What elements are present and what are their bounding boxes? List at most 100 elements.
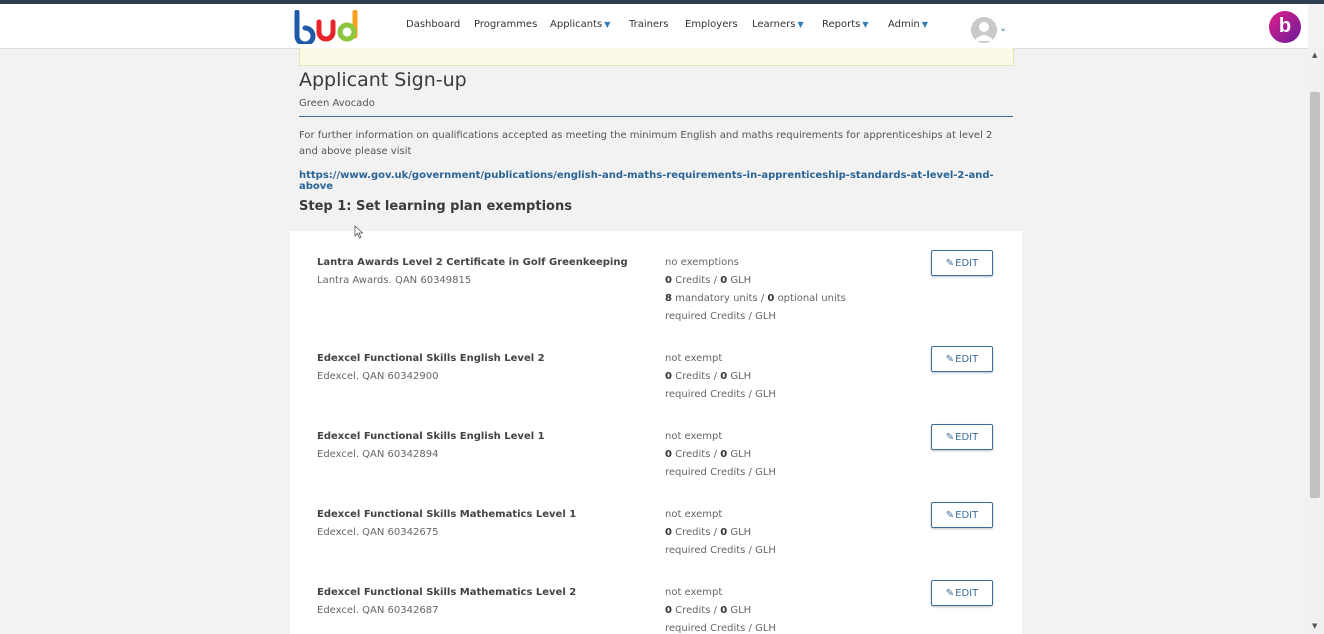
gov-uk-link[interactable]: https://www.gov.uk/government/publicatio… <box>299 170 1022 192</box>
step-title: Step 1: Set learning plan exemptions <box>299 199 572 214</box>
nav-employers[interactable]: Employers <box>685 19 738 30</box>
glh-value: 0 <box>720 605 728 616</box>
glh-label: GLH <box>730 275 752 286</box>
nav-learners-label: Learners <box>752 19 796 30</box>
edit-button[interactable]: ✎EDIT <box>931 346 993 372</box>
pencil-icon: ✎ <box>945 432 955 443</box>
user-avatar[interactable] <box>971 17 997 43</box>
credits-value: 0 <box>665 449 672 460</box>
required-line: required Credits / GLH <box>665 311 776 322</box>
glh-label: GLH <box>730 605 752 616</box>
nav-applicants[interactable]: Applicants ▼ <box>550 19 610 30</box>
user-icon <box>974 22 994 41</box>
nav-trainers[interactable]: Trainers <box>629 19 668 30</box>
chevron-down-icon: ▼ <box>604 20 611 29</box>
units-line: 8 mandatory units / 0 optional units <box>665 293 846 304</box>
credits-glh-line: 0 Credits / 0 GLH <box>665 605 752 616</box>
edit-label: EDIT <box>955 510 979 521</box>
credits-glh-line: 0 Credits / 0 GLH <box>665 371 752 382</box>
exemption-status: not exempt <box>665 587 723 598</box>
qualification-name: Edexcel Functional Skills Mathematics Le… <box>317 509 577 520</box>
qualification-meta: Edexcel. QAN 60342687 <box>317 605 439 616</box>
credits-glh-line: 0 Credits / 0 GLH <box>665 449 752 460</box>
edit-label: EDIT <box>955 588 979 599</box>
edit-button[interactable]: ✎EDIT <box>931 502 993 528</box>
qualification-name: Edexcel Functional Skills English Level … <box>317 431 545 442</box>
exemption-status: not exempt <box>665 509 723 520</box>
chevron-down-icon: ▼ <box>797 20 804 29</box>
qualification-meta: Edexcel. QAN 60342900 <box>317 371 439 382</box>
scroll-down-arrow-icon[interactable]: ▼ <box>1312 622 1317 630</box>
top-navbar: Dashboard Programmes Applicants ▼ Trainer… <box>0 4 1308 49</box>
credits-label: Credits <box>675 371 711 382</box>
page-title: Applicant Sign-up <box>299 69 467 91</box>
nav-reports-label: Reports <box>822 19 861 30</box>
edit-button[interactable]: ✎EDIT <box>931 250 993 276</box>
bud-logo[interactable] <box>293 10 365 44</box>
scrollbar-thumb[interactable] <box>1310 92 1320 498</box>
scroll-up-arrow-icon[interactable]: ▲ <box>1312 51 1317 59</box>
pencil-icon: ✎ <box>945 588 955 599</box>
nav-programmes[interactable]: Programmes <box>474 19 537 30</box>
exemption-status: not exempt <box>665 353 723 364</box>
pencil-icon: ✎ <box>945 258 955 269</box>
credits-label: Credits <box>675 275 711 286</box>
required-line: required Credits / GLH <box>665 545 776 556</box>
credits-glh-line: 0 Credits / 0 GLH <box>665 527 752 538</box>
alert-banner <box>299 48 1014 66</box>
optional-units-label: optional units <box>777 293 846 304</box>
credits-value: 0 <box>665 275 672 286</box>
exemption-status: not exempt <box>665 431 723 442</box>
mandatory-units-value: 8 <box>665 293 672 304</box>
credits-label: Credits <box>675 449 711 460</box>
required-line: required Credits / GLH <box>665 389 776 400</box>
credits-label: Credits <box>675 605 711 616</box>
glh-value: 0 <box>720 371 728 382</box>
glh-value: 0 <box>720 527 728 538</box>
main-content: Applicant Sign-up Green Avocado For furt… <box>290 48 1022 634</box>
qualification-name: Edexcel Functional Skills Mathematics Le… <box>317 587 577 598</box>
qualification-meta: Edexcel. QAN 60342675 <box>317 527 439 538</box>
edit-button[interactable]: ✎EDIT <box>931 580 993 606</box>
qualification-name: Edexcel Functional Skills English Level … <box>317 353 545 364</box>
title-divider <box>299 116 1013 117</box>
nav-reports[interactable]: Reports ▼ <box>822 19 869 30</box>
mouse-cursor-icon <box>354 225 364 239</box>
nav-learners[interactable]: Learners ▼ <box>752 19 804 30</box>
glh-label: GLH <box>730 527 752 538</box>
credits-value: 0 <box>665 527 672 538</box>
chevron-down-icon: ▼ <box>921 20 929 29</box>
info-text: For further information on qualification… <box>299 130 993 157</box>
credits-label: Credits <box>675 527 711 538</box>
nav-programmes-label: Programmes <box>474 19 538 30</box>
glh-value: 0 <box>720 275 728 286</box>
nav-trainers-label: Trainers <box>629 19 669 30</box>
exemption-status: no exemptions <box>665 257 739 268</box>
glh-label: GLH <box>730 449 752 460</box>
edit-label: EDIT <box>955 354 979 365</box>
qualification-name: Lantra Awards Level 2 Certificate in Gol… <box>317 257 628 268</box>
exemptions-card: Lantra Awards Level 2 Certificate in Gol… <box>290 231 1022 634</box>
qualification-meta: Edexcel. QAN 60342894 <box>317 449 439 460</box>
nav-applicants-label: Applicants <box>550 19 603 30</box>
glh-value: 0 <box>720 449 728 460</box>
user-menu-chevron-icon[interactable]: ⌄ <box>999 23 1007 34</box>
credits-value: 0 <box>665 371 672 382</box>
brand-b-icon[interactable]: b <box>1269 11 1301 43</box>
pencil-icon: ✎ <box>945 354 955 365</box>
required-line: required Credits / GLH <box>665 467 776 478</box>
nav-dashboard[interactable]: Dashboard <box>406 19 460 30</box>
brand-letter: b <box>1278 15 1292 37</box>
nav-dashboard-label: Dashboard <box>406 19 461 30</box>
page-subtitle: Green Avocado <box>299 98 375 109</box>
edit-label: EDIT <box>955 258 979 269</box>
credits-value: 0 <box>665 605 672 616</box>
qualification-meta: Lantra Awards. QAN 60349815 <box>317 275 472 286</box>
required-line: required Credits / GLH <box>665 623 776 634</box>
nav-admin[interactable]: Admin ▼ <box>888 19 928 30</box>
edit-button[interactable]: ✎EDIT <box>931 424 993 450</box>
nav-admin-label: Admin <box>888 19 920 30</box>
nav-employers-label: Employers <box>685 19 738 30</box>
mandatory-units-label: mandatory units <box>675 293 758 304</box>
optional-units-value: 0 <box>767 293 775 304</box>
